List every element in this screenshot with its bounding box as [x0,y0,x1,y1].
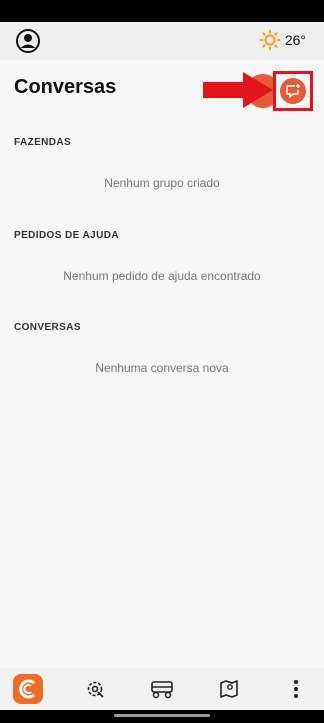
empty-conversations-message: Nenhuma conversa nova [95,361,229,375]
more-icon[interactable] [283,676,309,702]
bottom-nav [0,668,324,710]
empty-help-message: Nenhum pedido de ajuda encontrado [63,269,261,283]
arrow-right-icon [203,72,273,108]
profile-icon[interactable] [15,28,41,54]
app-logo-icon[interactable] [13,674,43,704]
map-icon[interactable] [216,676,242,702]
sun-icon [259,29,281,51]
section-label-conversas: CONVERSAS [14,322,81,333]
status-bar [0,0,324,22]
vehicle-icon[interactable] [149,676,175,702]
top-bar: 26° [0,22,324,60]
new-chat-button[interactable] [273,71,313,111]
settings-icon[interactable] [82,676,108,702]
temperature: 26° [284,32,306,48]
new-chat-icon [280,78,306,104]
empty-groups-message: Nenhum grupo criado [104,176,220,190]
home-indicator[interactable] [114,714,210,717]
weather-widget[interactable]: 26° [259,29,306,51]
page-title: Conversas [14,76,117,98]
section-label-fazendas: FAZENDAS [14,137,72,148]
section-label-pedidos: PEDIDOS DE AJUDA [14,230,119,241]
